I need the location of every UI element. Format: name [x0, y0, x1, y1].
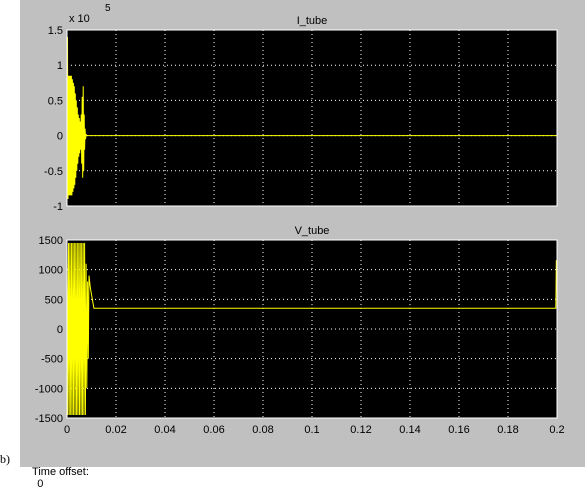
y-tick-label: -500 [41, 354, 63, 366]
x-tick-label: 0.18 [497, 424, 518, 436]
y-tick-label: 500 [45, 294, 63, 306]
y-tick-label: 0.5 [48, 95, 63, 107]
y-exponent-label: x 10 [69, 13, 90, 25]
y-tick-label: 1500 [39, 235, 63, 247]
y-tick-label: -0.5 [44, 166, 63, 178]
y-tick-label: 1.5 [48, 25, 63, 37]
x-tick-label: 0.02 [105, 424, 126, 436]
time-offset: Time offset: 0 [20, 454, 89, 502]
x-tick-label: 0.06 [203, 424, 224, 436]
y-tick-label: -1 [53, 201, 63, 213]
scope-plot-area: -1 -0.5 0 0.5 1 1.5 I_tube x 10 5 -1500 -1000 -500… [35, 3, 565, 436]
x-tick-label: 0.04 [154, 424, 175, 436]
y-tick-label: 1000 [39, 265, 63, 277]
x-tick-label: 0.2 [549, 424, 564, 436]
x-tick-label: 0.16 [448, 424, 469, 436]
axes-title: I_tube [297, 15, 328, 27]
y-tick-label: -1500 [35, 413, 63, 425]
i-tube-axes: -1 -0.5 0 0.5 1 1.5 I_tube x 10 5 [44, 3, 558, 213]
panel-label: b) [0, 452, 10, 466]
scope-window: -1 -0.5 0 0.5 1 1.5 I_tube x 10 5 -1500 -1000 -500… [0, 0, 585, 490]
x-tick-label: 0.08 [252, 424, 273, 436]
y-exponent-power: 5 [105, 3, 111, 14]
v-tube-axes: -1500 -1000 -500 0 500 1000 1500 0 0.02 0.04 0.06 0… [35, 225, 565, 436]
y-tick-label: -1000 [35, 383, 63, 395]
time-offset-value: 0 [37, 478, 44, 490]
y-tick-label: 0 [57, 324, 63, 336]
y-tick-label: 1 [57, 60, 63, 72]
x-tick-label: 0.1 [304, 424, 319, 436]
time-offset-label: Time offset: [32, 466, 89, 478]
x-tick-label: 0.14 [399, 424, 420, 436]
axes-title: V_tube [295, 225, 330, 237]
y-tick-label: 0 [57, 131, 63, 143]
x-tick-label: 0.12 [350, 424, 371, 436]
x-tick-label: 0 [64, 424, 70, 436]
